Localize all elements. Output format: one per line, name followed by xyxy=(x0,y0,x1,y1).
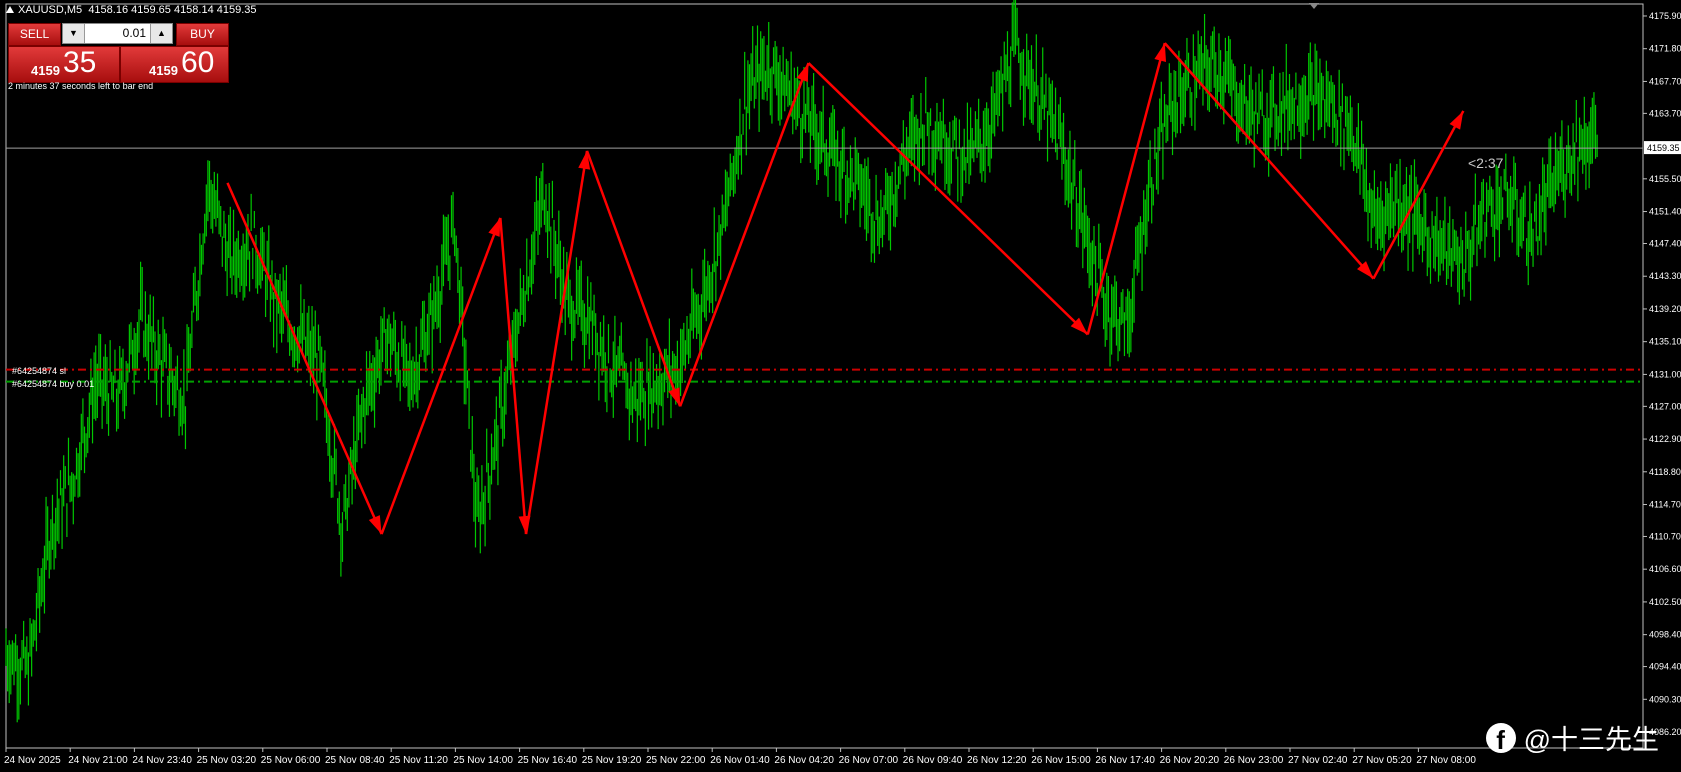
sell-price-prefix: 4159 xyxy=(31,63,60,78)
time-tick-label: 27 Nov 08:00 xyxy=(1416,755,1476,766)
zigzag-segment xyxy=(678,62,810,407)
time-tick-label: 26 Nov 20:20 xyxy=(1160,755,1220,766)
price-tick-label: 4110.70 xyxy=(1649,531,1681,541)
zigzag-segment xyxy=(226,182,383,535)
price-tick-label: 4098.40 xyxy=(1649,630,1681,640)
triangle-up-icon[interactable]: ▲ xyxy=(150,24,172,43)
time-tick-label: 26 Nov 04:20 xyxy=(774,755,834,766)
watermark-text: @十三先生 xyxy=(1523,725,1659,755)
price-tick-label: 4106.60 xyxy=(1649,564,1681,574)
price-tick-label: 4127.00 xyxy=(1649,401,1681,411)
price-tick-label: 4139.20 xyxy=(1649,304,1681,314)
lot-size-value[interactable]: 0.01 xyxy=(123,24,146,43)
one-click-trading-panel: SELL ▼ 0.01 ▲ BUY 4159 35 4159 60 xyxy=(8,23,229,83)
symbol-menu-icon[interactable] xyxy=(6,6,14,13)
candle-group xyxy=(5,0,1598,723)
time-tick-label: 26 Nov 07:00 xyxy=(839,755,899,766)
lot-size-input[interactable]: ▼ 0.01 ▲ xyxy=(62,23,173,44)
time-tick-label: 25 Nov 22:00 xyxy=(646,755,706,766)
time-tick-label: 27 Nov 02:40 xyxy=(1288,755,1348,766)
time-tick-label: 26 Nov 23:00 xyxy=(1224,755,1284,766)
bar-countdown-text: 2 minutes 37 seconds left to bar end xyxy=(8,81,154,91)
sl-order-label[interactable]: #64254874 sl xyxy=(12,366,66,376)
time-tick-label: 26 Nov 15:00 xyxy=(1031,755,1091,766)
time-tick-label: 25 Nov 14:00 xyxy=(453,755,513,766)
price-tick-label: 4171.80 xyxy=(1649,44,1681,54)
current-price-tick: 4159.35 xyxy=(1647,143,1680,153)
zigzag-arrowhead-icon xyxy=(796,63,809,83)
bar-timer-label: <2:37 xyxy=(1468,155,1504,171)
time-tick-label: 25 Nov 06:00 xyxy=(261,755,321,766)
price-tick-label: 4090.30 xyxy=(1649,694,1681,704)
price-tick-label: 4151.40 xyxy=(1649,207,1681,217)
buy-button[interactable]: BUY xyxy=(176,23,229,46)
zigzag-arrowhead-icon xyxy=(488,217,501,237)
zigzag-segment xyxy=(380,217,502,535)
scroll-marker-icon[interactable] xyxy=(1309,3,1319,9)
time-tick-label: 26 Nov 12:20 xyxy=(967,755,1027,766)
chart-header: XAUUSD,M5 4158.16 4159.65 4158.14 4159.3… xyxy=(6,4,257,16)
buy-price-prefix: 4159 xyxy=(149,63,178,78)
time-tick-label: 25 Nov 03:20 xyxy=(197,755,257,766)
time-tick-label: 27 Nov 05:20 xyxy=(1352,755,1412,766)
time-tick-label: 24 Nov 2025 xyxy=(4,755,61,766)
chart-frame xyxy=(5,3,1644,749)
time-tick-label: 25 Nov 11:20 xyxy=(389,755,448,766)
zigzag-arrowhead-icon xyxy=(668,387,681,407)
buy-price-pips: 60 xyxy=(181,46,215,79)
time-tick-label: 26 Nov 17:40 xyxy=(1095,755,1155,766)
zigzag-segment xyxy=(1163,42,1375,280)
zigzag-arrowhead-icon xyxy=(368,515,382,535)
time-tick-label: 25 Nov 16:40 xyxy=(518,755,578,766)
zigzag-segment xyxy=(585,150,682,407)
zigzag-arrowhead-icon xyxy=(1449,110,1464,130)
triangle-down-icon[interactable]: ▼ xyxy=(63,24,85,43)
ohlc-values: 4158.16 4159.65 4158.14 4159.35 xyxy=(88,4,257,16)
price-tick-label: 4118.80 xyxy=(1649,467,1681,477)
price-tick-label: 4163.70 xyxy=(1649,108,1681,118)
price-tick-label: 4167.70 xyxy=(1649,76,1681,86)
buy-order-label[interactable]: #64254874 buy 0.01 xyxy=(12,379,94,389)
price-tick-label: 4094.40 xyxy=(1649,662,1681,672)
time-tick-label: 25 Nov 19:20 xyxy=(582,755,642,766)
time-tick-label: 24 Nov 23:40 xyxy=(132,755,192,766)
price-tick-label: 4131.00 xyxy=(1649,369,1681,379)
price-chart[interactable]: 4175.90 4171.80 4167.70 4163.70 4159.35 4155.… xyxy=(0,0,1681,772)
price-tick-label: 4155.50 xyxy=(1649,174,1681,184)
time-tick-label: 24 Nov 21:00 xyxy=(68,755,128,766)
facebook-icon: f xyxy=(1485,722,1516,753)
price-tick-label: 4102.50 xyxy=(1649,597,1681,607)
price-tick-label: 4135.10 xyxy=(1649,337,1681,347)
price-tick-label: 4122.90 xyxy=(1649,434,1681,444)
sell-price-button[interactable]: 4159 35 xyxy=(8,46,120,83)
price-tick-label: 4114.70 xyxy=(1649,500,1681,510)
time-tick-label: 26 Nov 01:40 xyxy=(710,755,770,766)
price-tick-label: 4175.90 xyxy=(1649,11,1681,21)
time-tick-label: 25 Nov 08:40 xyxy=(325,755,385,766)
zigzag-arrowhead-icon xyxy=(1154,43,1167,63)
buy-price-button[interactable]: 4159 60 xyxy=(120,46,229,83)
price-tick-label: 4143.30 xyxy=(1649,271,1681,281)
sell-price-pips: 35 xyxy=(63,46,97,79)
time-tick-label: 26 Nov 09:40 xyxy=(903,755,963,766)
sell-button[interactable]: SELL xyxy=(8,23,61,46)
symbol-label: XAUUSD,M5 xyxy=(18,4,83,16)
price-tick-label: 4147.40 xyxy=(1649,238,1681,248)
author-watermark: f @十三先生 xyxy=(1485,718,1659,757)
